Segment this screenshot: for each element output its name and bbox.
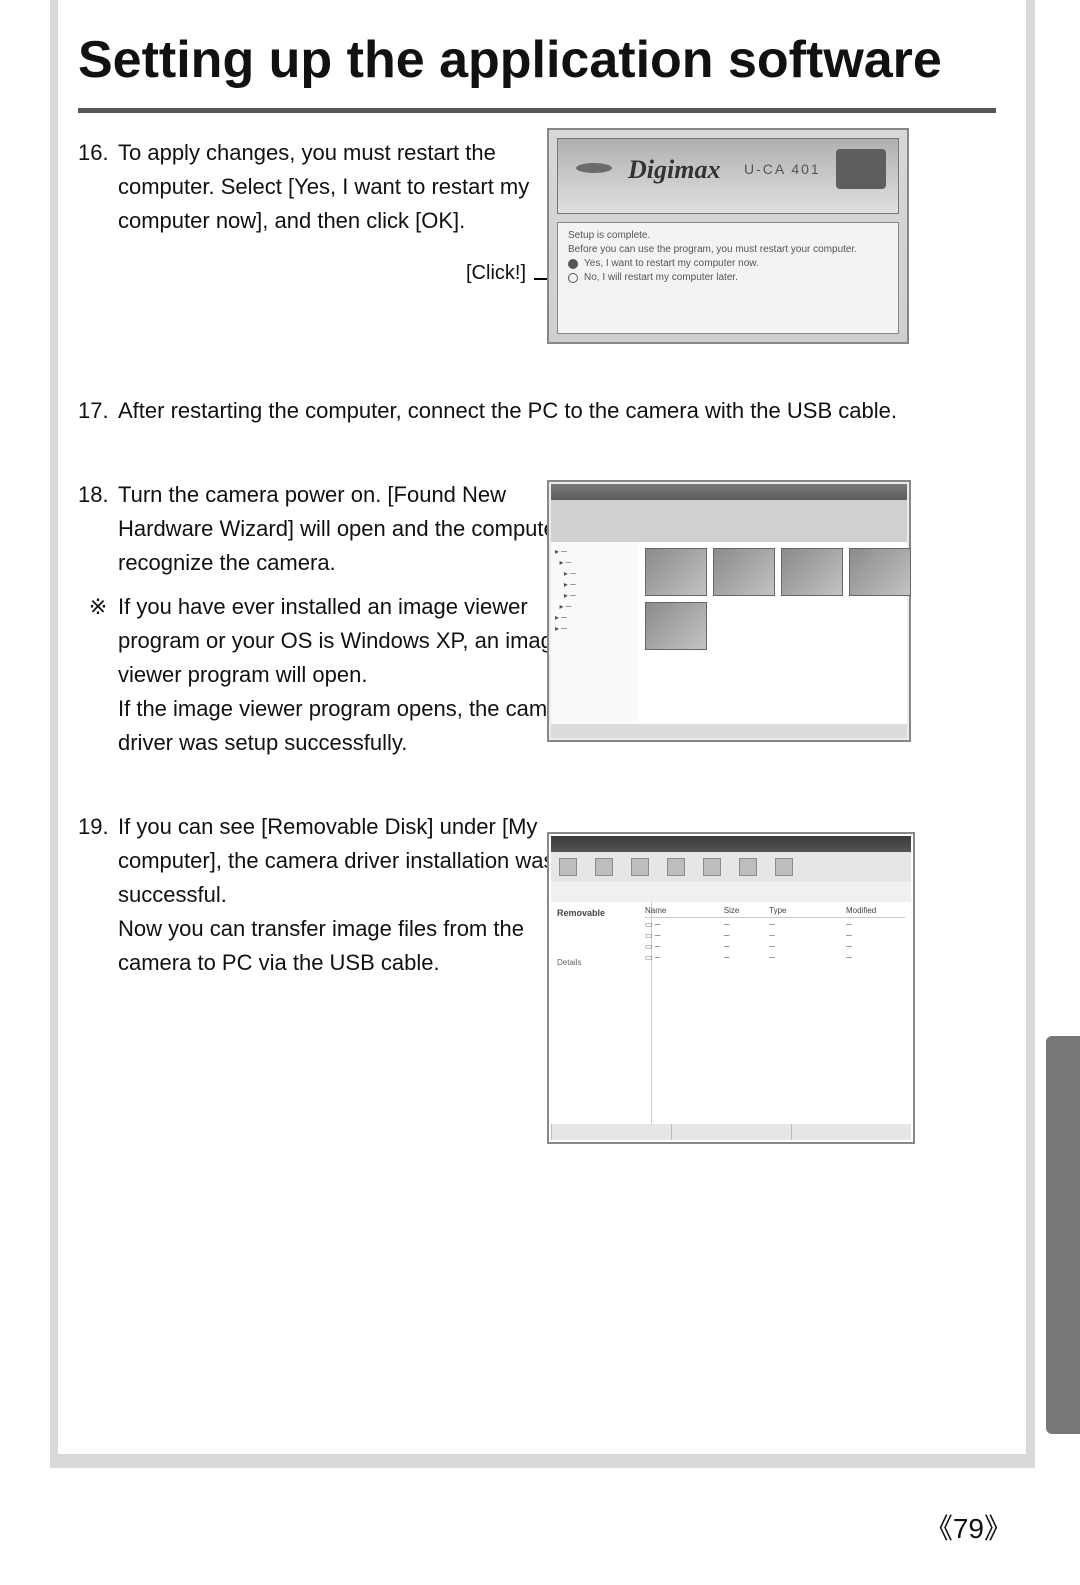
thumbnail-pane	[639, 542, 907, 724]
task-pane: Removable Details	[551, 902, 652, 1124]
step-line: To apply changes, you must restart the	[118, 140, 496, 165]
radio-icon	[568, 273, 578, 283]
step-line: Hardware Wizard] will open and the compu…	[118, 516, 600, 541]
toolbar-icon	[739, 858, 757, 876]
note-line: driver was setup successfully.	[118, 730, 407, 755]
radio-label: Yes, I want to restart my computer now.	[584, 257, 759, 271]
folder-tree: ▸ ─ ▸ ─ ▸ ─ ▸ ─ ▸ ─ ▸ ─ ▸ ─ ▸ ─	[551, 542, 646, 724]
page-number: 《79》	[925, 1507, 1012, 1547]
note-mark-icon: ※	[78, 590, 118, 624]
content-card: Setting up the application software 16.T…	[58, 0, 1026, 1454]
status-bar	[551, 724, 907, 738]
note-line: program or your OS is Windows XP, an ima…	[118, 628, 565, 653]
camera-icon	[836, 149, 886, 189]
status-bar	[551, 1124, 911, 1140]
step-line: camera to PC via the USB cable.	[118, 950, 440, 975]
step-line: Turn the camera power on. [Found New	[118, 482, 506, 507]
col-size: Size	[724, 906, 761, 915]
window-toolbar	[551, 500, 907, 542]
figure-image-viewer: ▸ ─ ▸ ─ ▸ ─ ▸ ─ ▸ ─ ▸ ─ ▸ ─ ▸ ─	[547, 480, 911, 742]
list-item: ▭ ────	[645, 929, 905, 940]
installer-line: Before you can use the program, you must…	[568, 243, 888, 257]
step-number: 18.	[78, 478, 118, 512]
thumbnail	[645, 602, 707, 650]
product-model: U-CA 401	[744, 161, 821, 177]
list-item: ▭ ────	[645, 940, 905, 951]
step-line: Now you can transfer image files from th…	[118, 916, 524, 941]
file-list: Name Size Type Modified ▭ ──── ▭ ──── ▭ …	[639, 902, 911, 1124]
note-line: viewer program will open.	[118, 662, 367, 687]
status-cell	[791, 1124, 911, 1140]
list-item: ▭ ────	[645, 918, 905, 929]
step-line: computer], the camera driver installatio…	[118, 848, 555, 873]
thumbnail	[781, 548, 843, 596]
step-number: 19.	[78, 810, 118, 844]
toolbar-icon	[559, 858, 577, 876]
step-line: recognize the camera.	[118, 550, 336, 575]
radio-icon	[568, 259, 578, 269]
step-line: computer now], and then click [OK].	[118, 208, 465, 233]
status-cell	[551, 1124, 671, 1140]
radio-option: No, I will restart my computer later.	[568, 271, 888, 285]
logo-icon	[576, 163, 612, 173]
radio-option: Yes, I want to restart my computer now.	[568, 257, 888, 271]
thumbnail	[713, 548, 775, 596]
installer-line: Setup is complete.	[568, 229, 888, 243]
note-line: If you have ever installed an image view…	[118, 594, 528, 619]
explorer-body: Removable Details Name Size Type Modifie…	[551, 902, 911, 1124]
step-line: computer. Select [Yes, I want to restart…	[118, 174, 529, 199]
step-line: successful.	[118, 882, 227, 907]
list-header: Name Size Type Modified	[645, 906, 905, 918]
status-cell	[671, 1124, 791, 1140]
click-label: [Click!]	[466, 262, 526, 285]
page-number-value: 79	[953, 1513, 984, 1544]
step-number: 16.	[78, 136, 118, 170]
installer-body: Setup is complete. Before you can use th…	[557, 222, 899, 334]
step-line: After restarting the computer, connect t…	[118, 398, 897, 423]
manual-page: Setting up the application software 16.T…	[0, 0, 1080, 1585]
note-line: If the image viewer program opens, the c…	[118, 696, 579, 721]
toolbar-icon	[667, 858, 685, 876]
col-type: Type	[769, 906, 838, 915]
toolbar-icon	[631, 858, 649, 876]
page-thumb-tab	[1046, 1036, 1080, 1434]
col-name: Name	[645, 906, 716, 915]
address-bar	[551, 882, 911, 903]
figure-installer-dialog: Digimax U-CA 401 Setup is complete. Befo…	[547, 128, 909, 344]
task-pane-section: Details	[557, 958, 645, 967]
col-mod: Modified	[846, 906, 905, 915]
toolbar-icon	[775, 858, 793, 876]
radio-label: No, I will restart my computer later.	[584, 271, 738, 285]
window-toolbar	[551, 852, 911, 882]
toolbar-icon	[703, 858, 721, 876]
figure-explorer-window: Removable Details Name Size Type Modifie…	[547, 832, 915, 1144]
page-title: Setting up the application software	[78, 30, 996, 113]
step-line: If you can see [Removable Disk] under [M…	[118, 814, 537, 839]
window-titlebar	[551, 484, 907, 500]
list-item: ▭ ────	[645, 951, 905, 962]
left-bracket-icon: 《	[925, 1513, 953, 1544]
thumbnail	[645, 548, 707, 596]
task-pane-title: Removable	[557, 908, 645, 918]
thumbnail	[849, 548, 911, 596]
installer-banner: Digimax U-CA 401	[557, 138, 899, 214]
toolbar-icon	[595, 858, 613, 876]
step-number: 17.	[78, 394, 118, 428]
product-brand: Digimax	[628, 155, 720, 185]
step-17-text: 17.After restarting the computer, connec…	[78, 394, 978, 428]
right-bracket-icon: 》	[984, 1513, 1012, 1544]
window-titlebar	[551, 836, 911, 852]
